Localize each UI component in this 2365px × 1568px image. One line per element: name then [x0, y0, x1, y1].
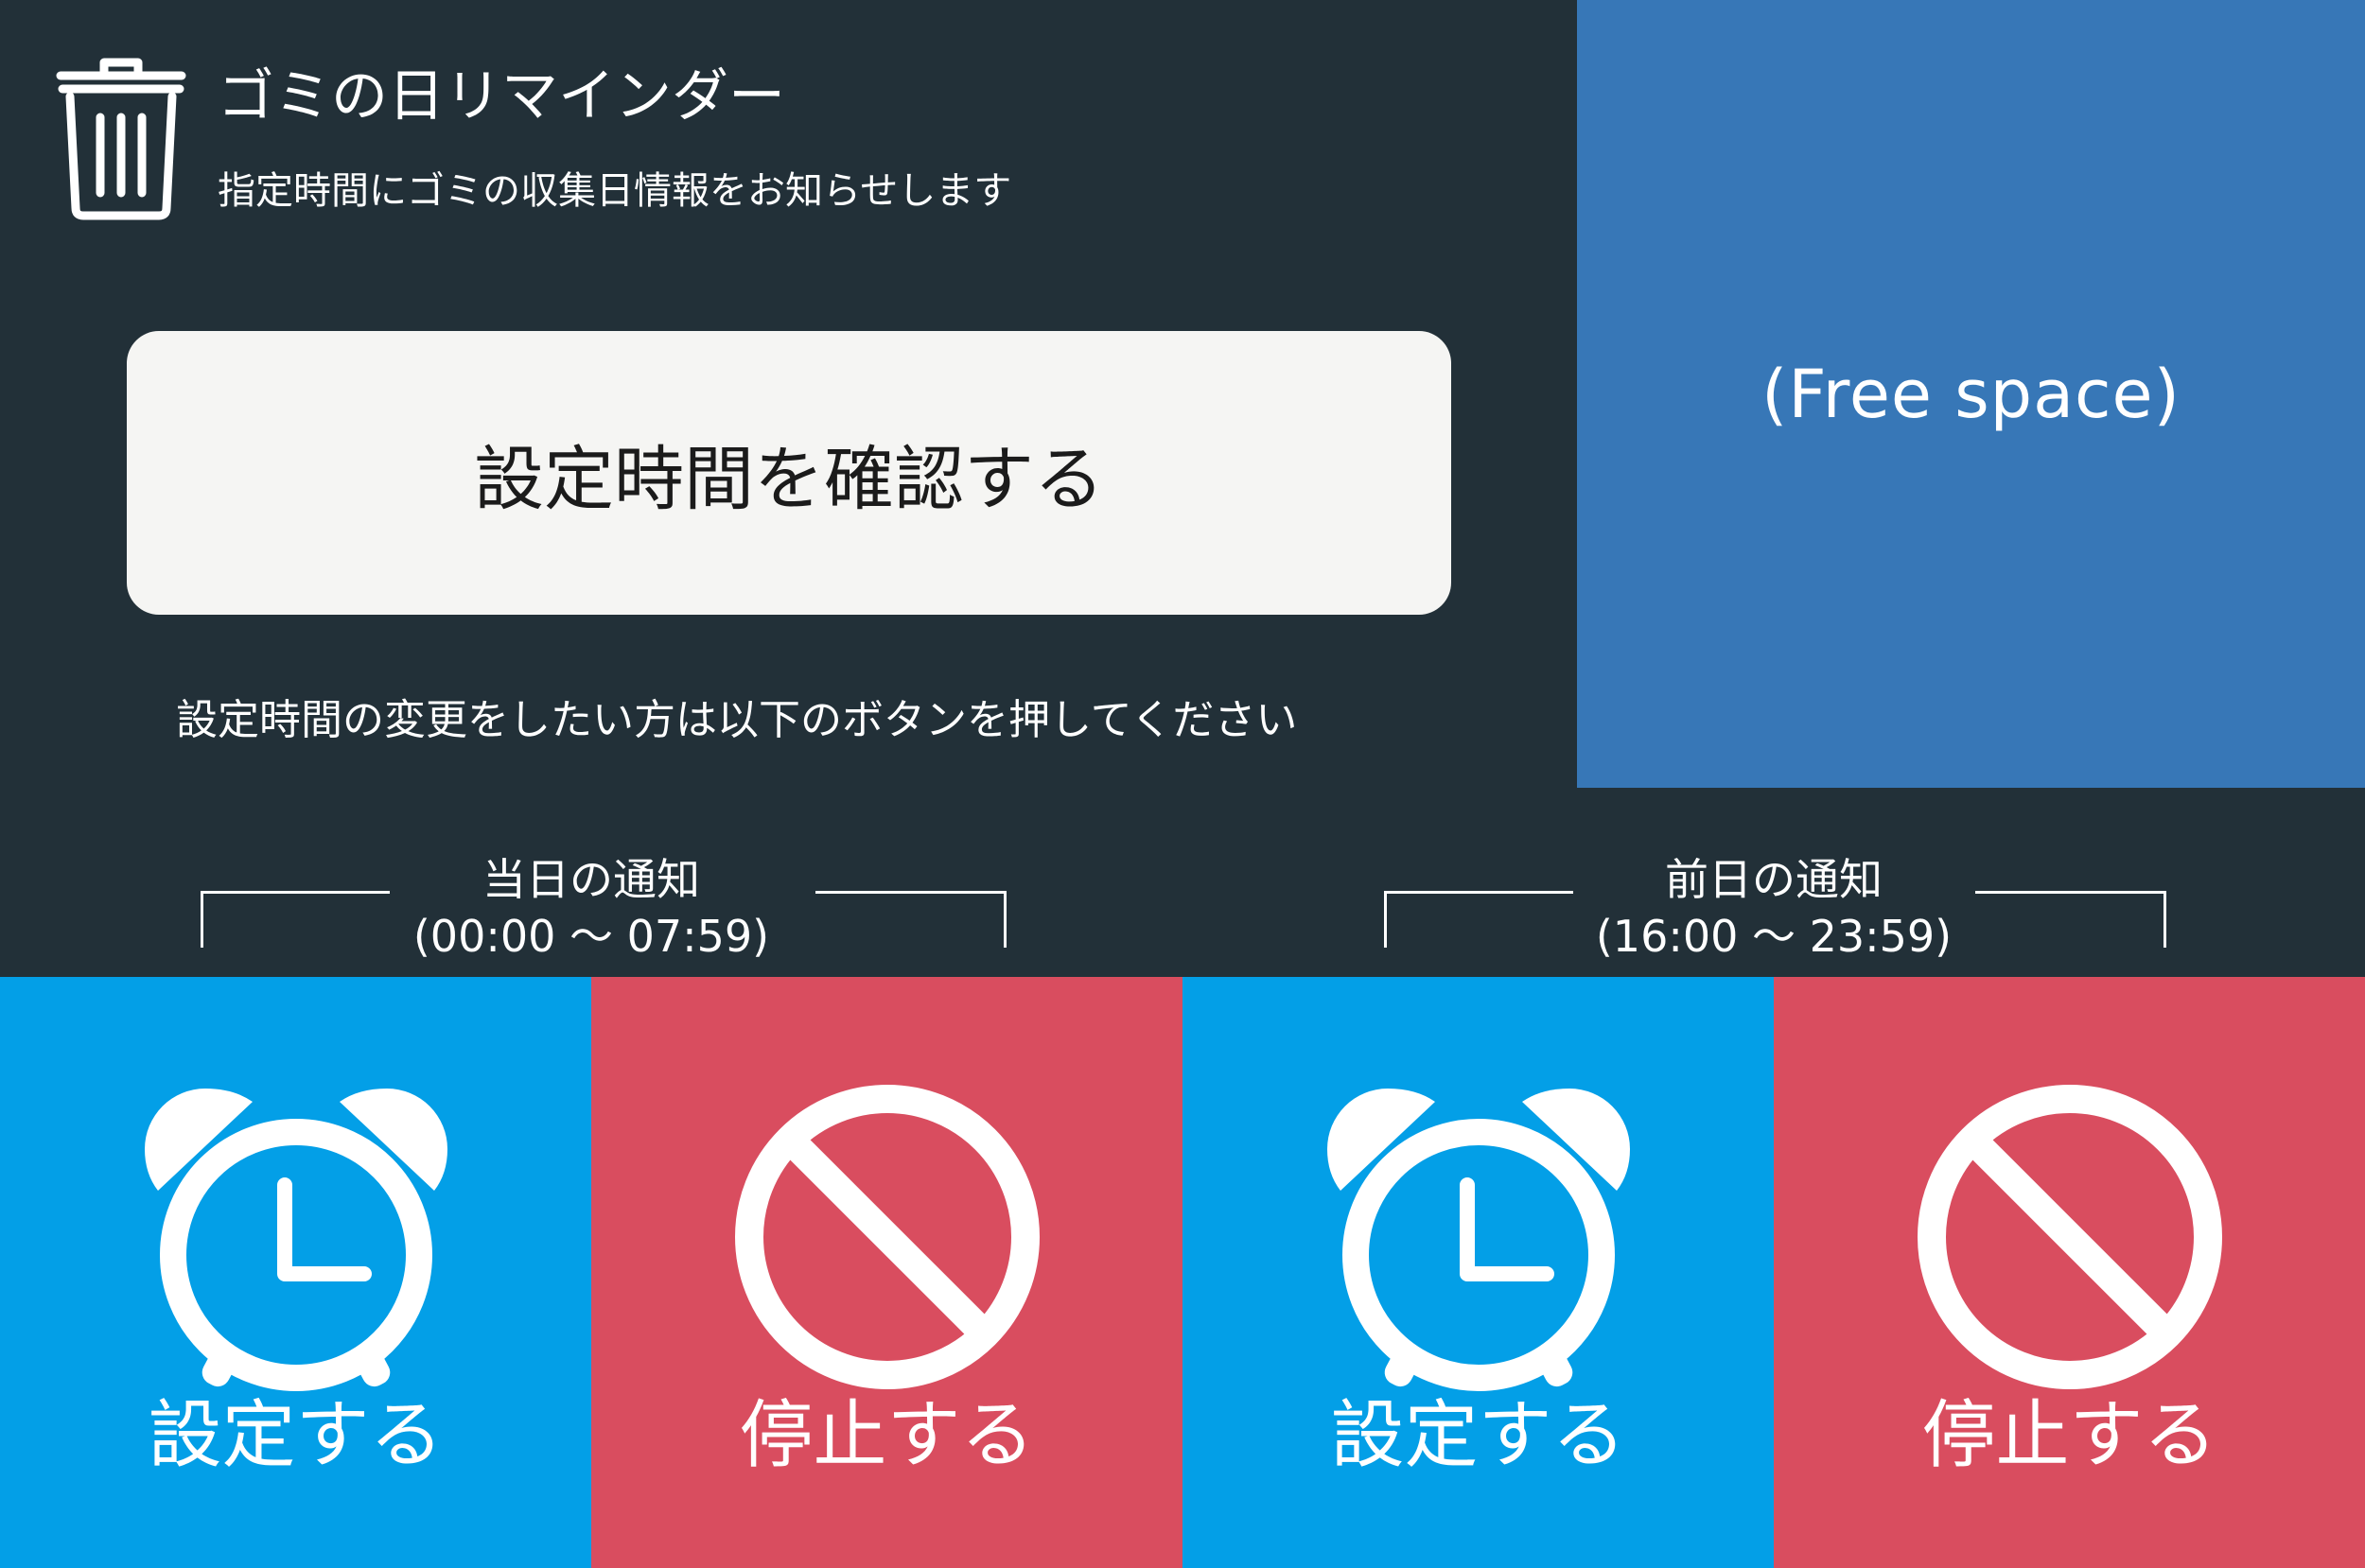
trash-icon [56, 58, 186, 220]
main-panel: ゴミの日リマインダー 指定時間にゴミの収集日情報をお知らせします 設定時間を確認… [0, 0, 2166, 977]
app-subtitle: 指定時間にゴミの収集日情報をお知らせします [218, 169, 1012, 213]
same-day-stop-button[interactable]: 停止する [591, 977, 1182, 1568]
prohibit-icon [1917, 1085, 2222, 1389]
check-settings-button-label: 設定時間を確認する [474, 438, 1104, 520]
alarm-clock-icon [1326, 1089, 1630, 1391]
app-title: ゴミの日リマインダー [218, 63, 785, 130]
prohibit-icon [734, 1085, 1040, 1389]
previous-day-time-range: (16:00 ～ 23:59) [1595, 911, 1953, 962]
previous-day-set-label: 設定する [1330, 1393, 1626, 1478]
previous-day-title: 前日の通知 [1665, 854, 1883, 905]
free-space-label: (Free space) [1761, 355, 2181, 433]
previous-day-set-button[interactable]: 設定する [1182, 977, 1774, 1568]
change-instruction-text: 設定時間の変更をしたい方は以下のボタンを押してください [176, 696, 1298, 744]
previous-day-stop-label: 停止する [1921, 1393, 2217, 1478]
previous-day-stop-button[interactable]: 停止する [1774, 977, 2365, 1568]
free-space-panel: (Free space) [1577, 0, 2365, 788]
previous-day-group-label: 前日の通知 (16:00 ～ 23:59) [1348, 851, 2199, 965]
same-day-title: 当日の通知 [482, 854, 700, 905]
same-day-group-label: 当日の通知 (00:00 ～ 07:59) [166, 851, 1017, 965]
same-day-set-label: 設定する [148, 1393, 444, 1478]
same-day-time-range: (00:00 ～ 07:59) [412, 911, 770, 962]
same-day-stop-label: 停止する [739, 1393, 1035, 1478]
same-day-set-button[interactable]: 設定する [0, 977, 591, 1568]
alarm-clock-icon [144, 1089, 447, 1391]
check-settings-button[interactable]: 設定時間を確認する [127, 331, 1451, 615]
